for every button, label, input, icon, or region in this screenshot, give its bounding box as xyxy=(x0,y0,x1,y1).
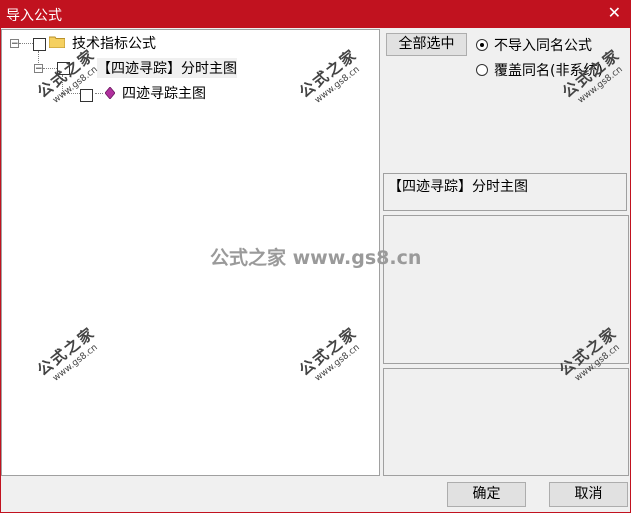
root-checkbox[interactable] xyxy=(33,38,46,51)
radio-overwrite-label[interactable]: 覆盖同名(非系统) xyxy=(494,60,603,80)
tree-connector xyxy=(95,93,103,94)
root-expander-icon[interactable]: − xyxy=(10,39,19,49)
center-watermark: 公式之家 www.gs8.cn xyxy=(210,247,422,269)
tree-connector xyxy=(43,68,57,69)
window-title: 导入公式 xyxy=(6,8,62,24)
select-all-button[interactable]: 全部选中 xyxy=(386,33,467,56)
description-box xyxy=(383,215,629,364)
group-checkbox[interactable] xyxy=(57,62,70,75)
gem-icon xyxy=(105,87,115,99)
cancel-button[interactable]: 取消 xyxy=(549,482,628,507)
detail-box xyxy=(383,368,629,476)
formula-name-box: 【四迹寻踪】分时主图 xyxy=(383,173,627,211)
folder-icon xyxy=(49,36,65,48)
radio-overwrite[interactable] xyxy=(476,64,488,76)
title-bar: 导入公式 ✕ xyxy=(0,0,631,28)
tree-connector xyxy=(19,43,33,44)
tree-connector xyxy=(62,75,63,93)
tree-group-label[interactable]: 【四迹寻踪】分时主图 xyxy=(97,58,237,78)
group-expander-icon[interactable]: − xyxy=(34,64,43,74)
leaf-checkbox[interactable] xyxy=(80,89,93,102)
tree-root-label[interactable]: 技术指标公式 xyxy=(72,33,156,53)
tree-connector xyxy=(62,93,80,94)
radio-skip-duplicates[interactable] xyxy=(476,39,488,51)
formula-name-text: 【四迹寻踪】分时主图 xyxy=(388,179,528,195)
radio-skip-label[interactable]: 不导入同名公式 xyxy=(494,35,592,55)
ok-button[interactable]: 确定 xyxy=(447,482,526,507)
close-icon[interactable]: ✕ xyxy=(608,3,621,22)
tree-leaf-label[interactable]: 四迹寻踪主图 xyxy=(122,83,206,103)
